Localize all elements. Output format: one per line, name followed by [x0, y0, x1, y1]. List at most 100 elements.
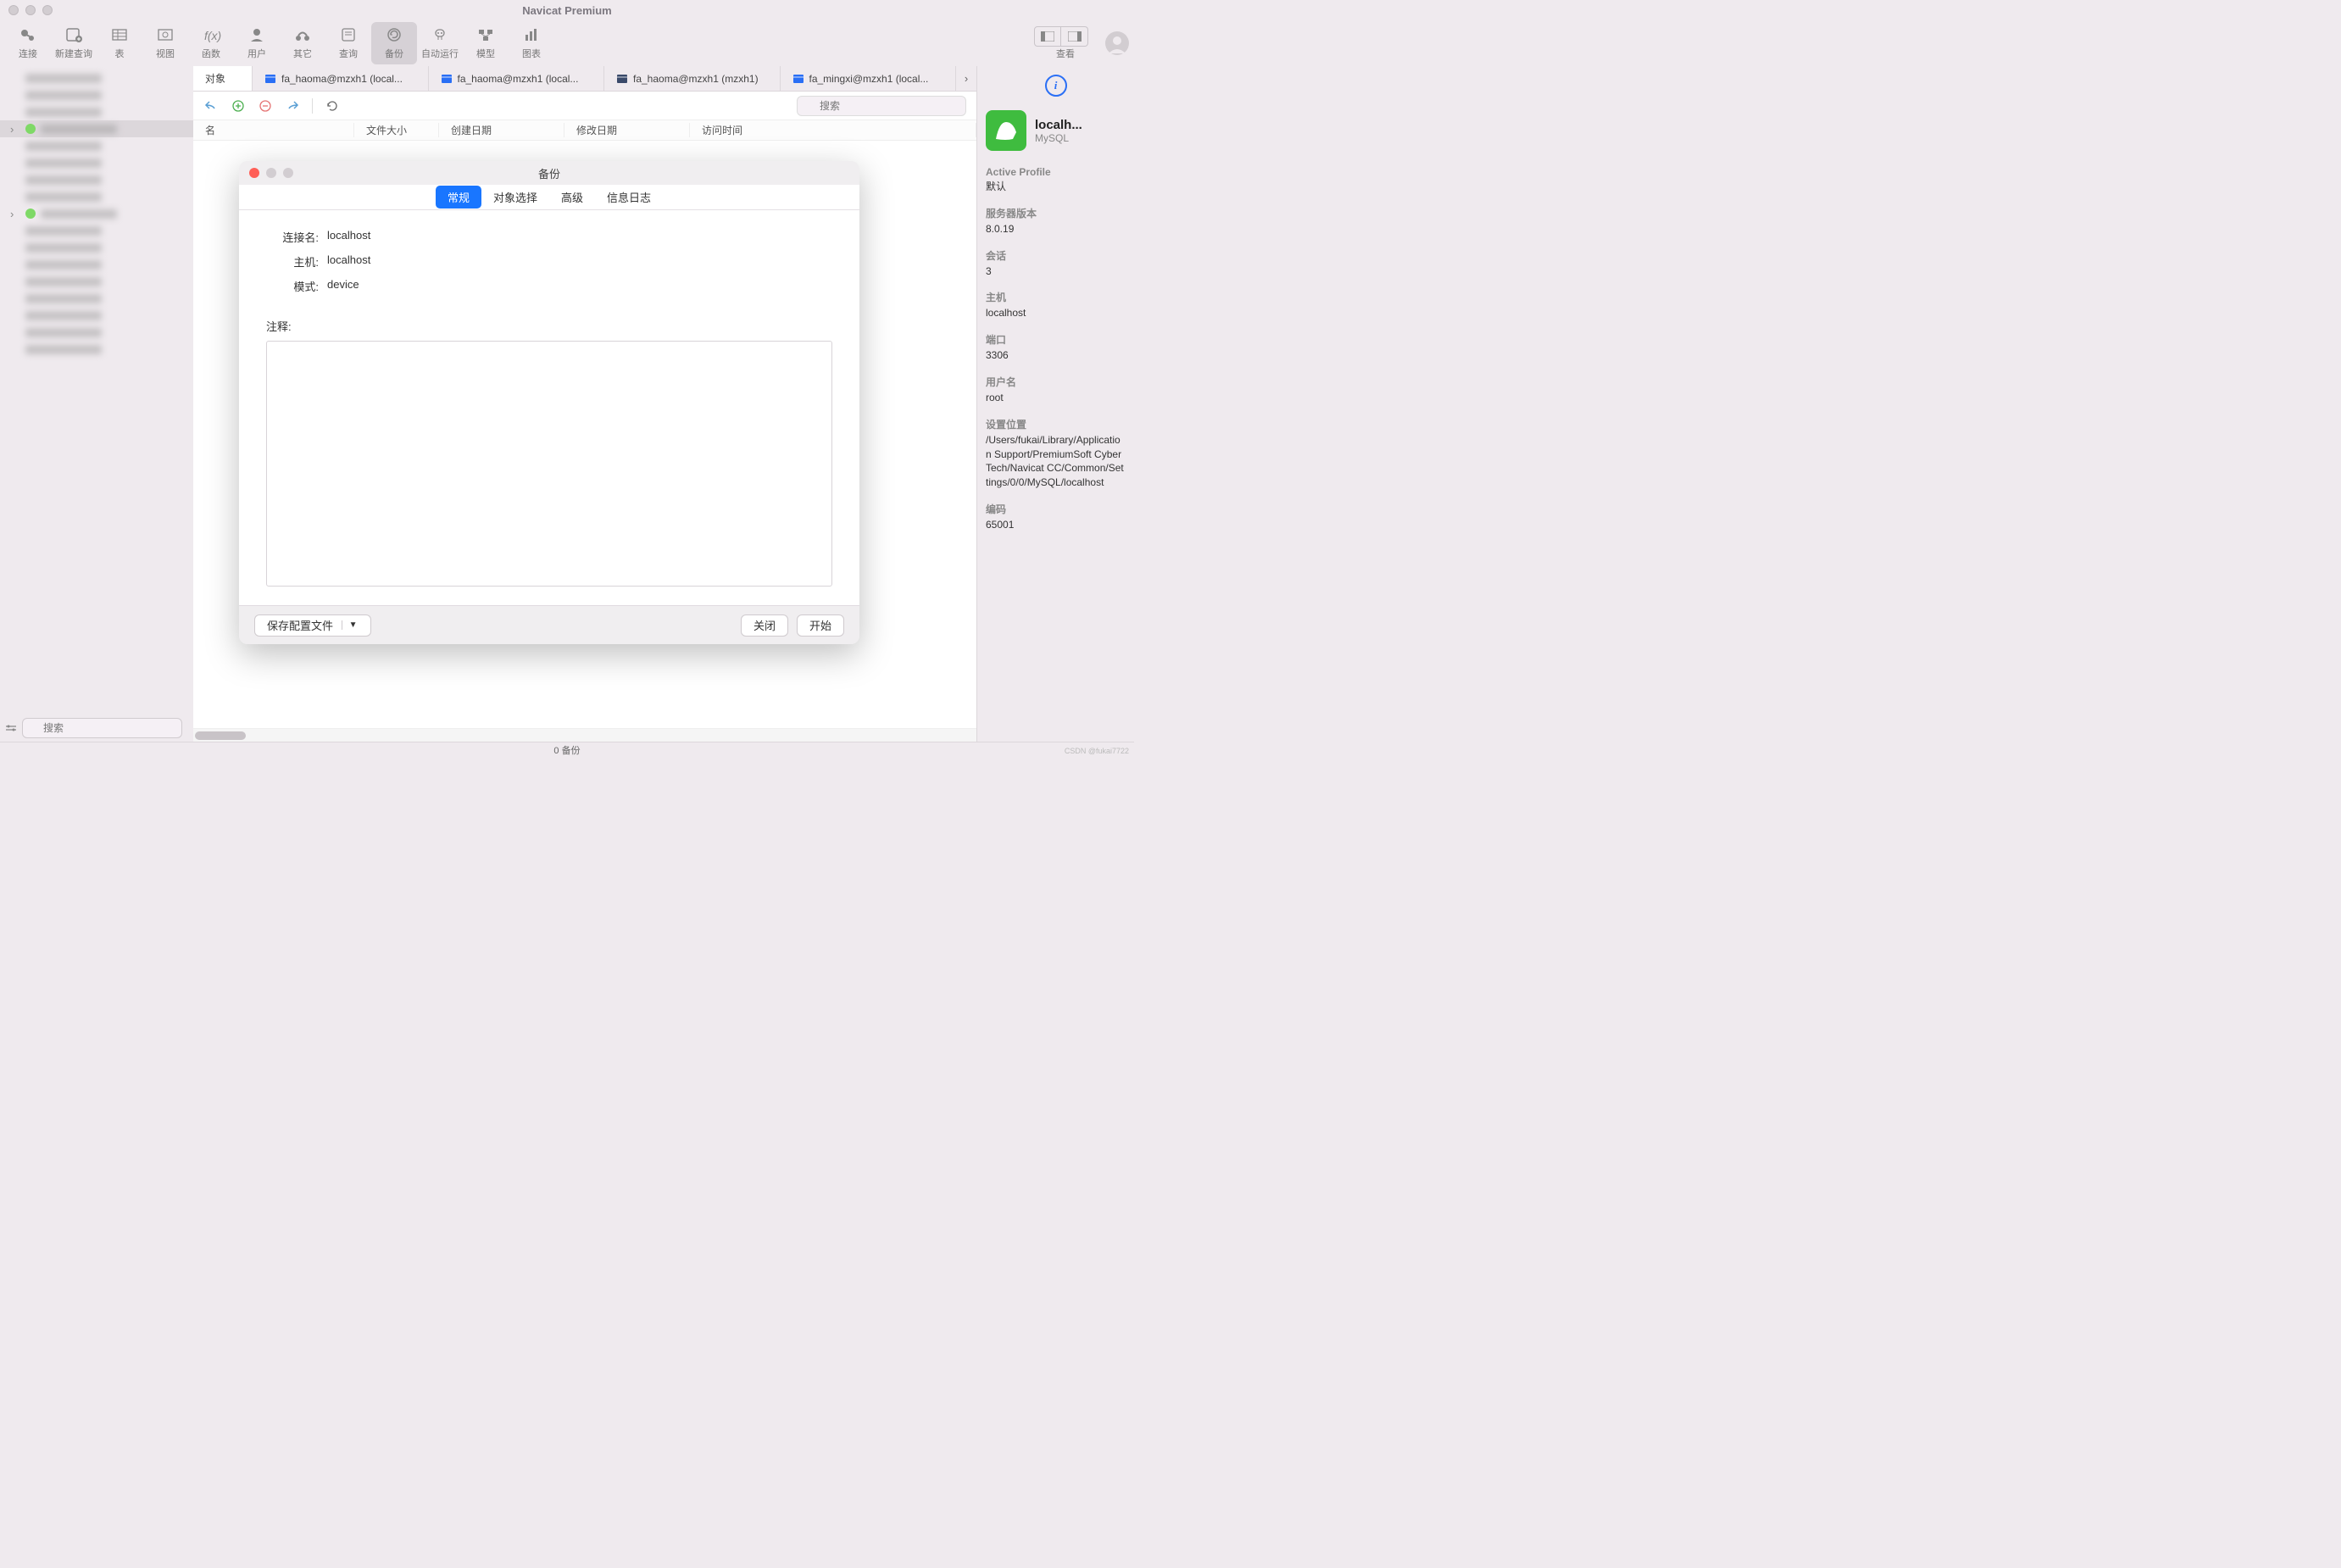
col-name[interactable]: 名 — [193, 123, 354, 137]
form-row: 模式:device — [266, 278, 832, 294]
dialog-tabs: 常规对象选择高级信息日志 — [239, 185, 859, 210]
window-title: Navicat Premium — [0, 4, 1134, 17]
tree-label-blurred — [25, 142, 102, 151]
toolbar-视图[interactable]: 视图 — [142, 22, 188, 64]
toolbar-icon — [154, 26, 176, 43]
remove-icon[interactable] — [258, 98, 273, 114]
content-tab[interactable]: fa_haoma@mzxh1 (local... — [429, 66, 605, 91]
dialog-tab[interactable]: 信息日志 — [595, 186, 663, 209]
toolbar-查询[interactable]: 查询 — [325, 22, 371, 64]
dialog-titlebar: 备份 — [239, 161, 859, 185]
toolbar-icon — [337, 26, 359, 43]
toolbar-模型[interactable]: 模型 — [463, 22, 509, 64]
tree-item[interactable] — [0, 120, 193, 137]
user-avatar[interactable] — [1105, 31, 1129, 55]
table-icon — [616, 73, 628, 85]
sidebar-toggle-right[interactable] — [1061, 26, 1088, 47]
tree-item[interactable] — [0, 171, 193, 188]
col-modified[interactable]: 修改日期 — [564, 123, 690, 137]
info-header: localh... MySQL — [986, 110, 1126, 151]
toolbar-自动运行[interactable]: 自动运行 — [417, 22, 463, 64]
toolbar-label: 查询 — [339, 47, 358, 60]
content-tab[interactable]: 对象 — [193, 66, 253, 91]
toolbar-用户[interactable]: 用户 — [234, 22, 280, 64]
dialog-tab[interactable]: 常规 — [436, 186, 481, 209]
col-filesize[interactable]: 文件大小 — [354, 123, 439, 137]
tree-label-blurred — [25, 260, 102, 270]
toolbar-表[interactable]: 表 — [97, 22, 142, 64]
toolbar-label: 连接 — [19, 47, 37, 60]
col-created[interactable]: 创建日期 — [439, 123, 564, 137]
sidebar-search-input[interactable] — [22, 718, 182, 738]
tree-item[interactable] — [0, 324, 193, 341]
info-icon[interactable]: i — [1045, 75, 1067, 97]
col-accessed[interactable]: 访问时间 — [690, 123, 976, 137]
info-section: 端口3306 — [986, 332, 1126, 363]
toolbar-label: 函数 — [202, 47, 220, 60]
tree-item[interactable] — [0, 290, 193, 307]
close-button[interactable]: 关闭 — [741, 614, 788, 637]
tree-label-blurred — [25, 108, 102, 117]
sidebar-toggle-left[interactable] — [1034, 26, 1061, 47]
tree-item[interactable] — [0, 256, 193, 273]
toolbar-label: 备份 — [385, 47, 403, 60]
tree-item[interactable] — [0, 205, 193, 222]
start-button[interactable]: 开始 — [797, 614, 844, 637]
view-label: 查看 — [1056, 47, 1075, 60]
toolbar-函数[interactable]: f(x) 函数 — [188, 22, 234, 64]
tree-item[interactable] — [0, 70, 193, 86]
tree-item[interactable] — [0, 103, 193, 120]
info-label: 服务器版本 — [986, 206, 1126, 220]
content-tab[interactable]: fa_mingxi@mzxh1 (local... — [781, 66, 957, 91]
notes-textarea[interactable] — [266, 341, 832, 587]
tree-item[interactable] — [0, 86, 193, 103]
tree-item[interactable] — [0, 341, 193, 358]
tree-label-blurred — [25, 243, 102, 253]
info-section: Active Profile默认 — [986, 166, 1126, 194]
tree-item[interactable] — [0, 154, 193, 171]
toolbar-连接[interactable]: 连接 — [5, 22, 51, 64]
connection-tree — [0, 66, 193, 714]
info-label: 编码 — [986, 502, 1126, 516]
tree-item[interactable] — [0, 273, 193, 290]
info-value: 3 — [986, 264, 1126, 279]
content-search-input[interactable] — [797, 96, 966, 116]
dialog-tab[interactable]: 高级 — [549, 186, 595, 209]
window-titlebar: Navicat Premium — [0, 0, 1134, 20]
toolbar-icon: f(x) — [200, 26, 222, 43]
column-headers: 名 文件大小 创建日期 修改日期 访问时间 — [193, 120, 976, 141]
horizontal-scrollbar[interactable] — [193, 728, 976, 742]
tree-label-blurred — [41, 209, 117, 219]
divider — [312, 98, 313, 114]
settings-icon[interactable] — [5, 722, 17, 734]
chevron-down-icon: ▼ — [342, 620, 359, 630]
tab-label: fa_haoma@mzxh1 (local... — [281, 73, 403, 85]
tree-label-blurred — [25, 192, 102, 202]
status-text: 0 备份 — [553, 743, 580, 757]
tree-item[interactable] — [0, 307, 193, 324]
form-value: localhost — [327, 253, 370, 270]
toolbar-图表[interactable]: 图表 — [509, 22, 554, 64]
tree-item[interactable] — [0, 188, 193, 205]
redo-icon[interactable] — [285, 98, 300, 114]
save-profile-button[interactable]: 保存配置文件 ▼ — [254, 614, 371, 637]
info-label: 用户名 — [986, 375, 1126, 389]
tabs-more-icon[interactable]: › — [956, 66, 976, 91]
add-icon[interactable] — [231, 98, 246, 114]
dialog-footer: 保存配置文件 ▼ 关闭 开始 — [239, 605, 859, 644]
svg-text:f(x): f(x) — [204, 29, 221, 42]
undo-icon[interactable] — [203, 98, 219, 114]
toolbar-label: 用户 — [247, 47, 266, 60]
dialog-tab[interactable]: 对象选择 — [481, 186, 549, 209]
toolbar-备份[interactable]: 备份 — [371, 22, 417, 64]
content-tab[interactable]: fa_haoma@mzxh1 (local... — [253, 66, 429, 91]
mysql-logo-icon — [986, 110, 1026, 151]
tree-item[interactable] — [0, 137, 193, 154]
toolbar-其它[interactable]: 其它 — [280, 22, 325, 64]
tree-item[interactable] — [0, 222, 193, 239]
tree-item[interactable] — [0, 239, 193, 256]
toolbar-icon — [475, 26, 497, 43]
toolbar-新建查询[interactable]: 新建查询 — [51, 22, 97, 64]
content-tab[interactable]: fa_haoma@mzxh1 (mzxh1) — [604, 66, 781, 91]
refresh-icon[interactable] — [325, 98, 340, 114]
